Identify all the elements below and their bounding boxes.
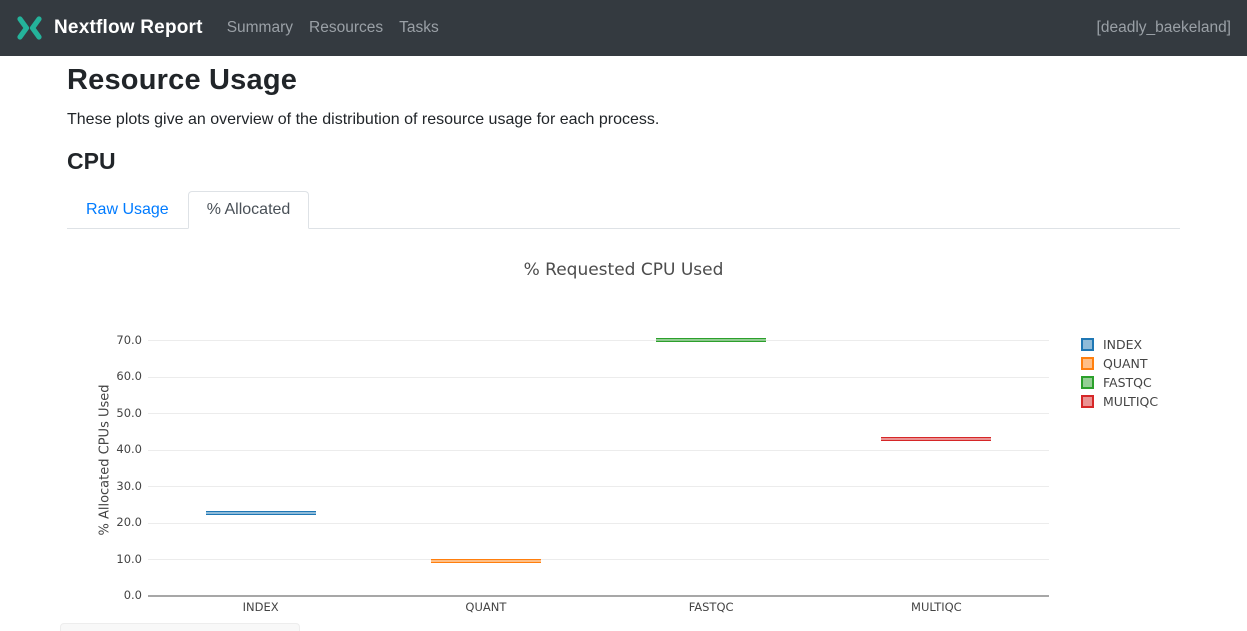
y-gridline [148, 523, 1049, 524]
y-gridline [148, 340, 1049, 341]
chart-title: % Requested CPU Used [67, 260, 1180, 280]
y-tick-label: 10.0 [90, 552, 142, 566]
legend-item-fastqc[interactable]: FASTQC [1081, 374, 1152, 390]
nav-item-tasks[interactable]: Tasks [391, 11, 447, 45]
y-gridline [148, 450, 1049, 451]
y-tick-label: 60.0 [90, 369, 142, 383]
quant-swatch-icon [1081, 357, 1094, 370]
legend-label: MULTIQC [1103, 394, 1158, 409]
cutoff-element-top [60, 623, 300, 631]
y-tick-label: 70.0 [90, 333, 142, 347]
run-name: [deadly_baekeland] [1097, 19, 1231, 37]
y-tick-label: 0.0 [90, 588, 142, 602]
nextflow-logo-icon [16, 16, 43, 40]
tab-raw-usage[interactable]: Raw Usage [67, 191, 188, 229]
top-navbar: Nextflow Report Summary Resources Tasks … [0, 0, 1247, 56]
tab-pct-allocated[interactable]: % Allocated [188, 191, 310, 229]
y-tick-label: 50.0 [90, 406, 142, 420]
box-trace-multiqc [881, 437, 991, 441]
box-trace-index [206, 511, 316, 515]
y-gridline [148, 413, 1049, 414]
legend-label: INDEX [1103, 337, 1142, 352]
legend-item-index[interactable]: INDEX [1081, 336, 1142, 352]
header-nav: Summary Resources Tasks [219, 11, 447, 45]
section-heading-cpu: CPU [67, 148, 116, 175]
brand-title: Nextflow Report [54, 17, 203, 39]
brand: Nextflow Report [16, 16, 203, 40]
x-tick-label: MULTIQC [866, 600, 1006, 614]
legend-label: FASTQC [1103, 375, 1152, 390]
y-gridline [148, 486, 1049, 487]
box-trace-quant [431, 559, 541, 563]
y-gridline [148, 559, 1049, 560]
page-title: Resource Usage [67, 64, 297, 97]
y-tick-label: 20.0 [90, 515, 142, 529]
x-tick-label: INDEX [191, 600, 331, 614]
box-trace-fastqc [656, 338, 766, 342]
page-description: These plots give an overview of the dist… [67, 111, 659, 129]
multiqc-swatch-icon [1081, 395, 1094, 408]
cpu-tabbar: Raw Usage % Allocated [67, 187, 1180, 229]
legend-item-quant[interactable]: QUANT [1081, 355, 1148, 371]
y-tick-label: 30.0 [90, 479, 142, 493]
nav-item-resources[interactable]: Resources [301, 11, 391, 45]
x-axis-zero-line [148, 595, 1049, 597]
y-gridline [148, 377, 1049, 378]
x-tick-label: QUANT [416, 600, 556, 614]
cpu-allocated-chart: % Requested CPU Used % Allocated CPUs Us… [0, 229, 1247, 624]
legend-item-multiqc[interactable]: MULTIQC [1081, 394, 1158, 410]
nextflow-report-page: Nextflow Report Summary Resources Tasks … [0, 0, 1247, 631]
legend-label: QUANT [1103, 356, 1148, 371]
index-swatch-icon [1081, 338, 1094, 351]
y-tick-label: 40.0 [90, 442, 142, 456]
nav-item-summary[interactable]: Summary [219, 11, 301, 45]
x-tick-label: FASTQC [641, 600, 781, 614]
fastqc-swatch-icon [1081, 376, 1094, 389]
